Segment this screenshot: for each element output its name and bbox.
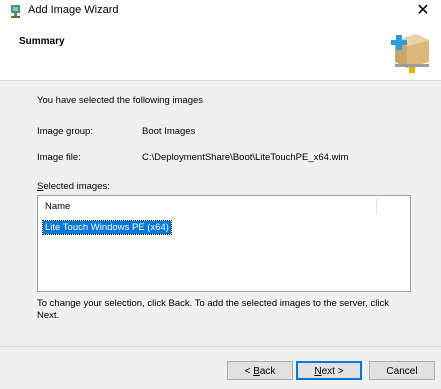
close-button[interactable]: ✕ xyxy=(405,0,441,22)
next-accel: N xyxy=(314,366,322,377)
title-bar: Add Image Wizard ✕ xyxy=(0,0,441,22)
wizard-app-icon xyxy=(11,5,20,18)
cancel-button[interactable]: Cancel xyxy=(369,361,435,380)
back-prefix: < xyxy=(244,366,254,377)
image-group-value: Boot Images xyxy=(142,126,196,137)
selected-images-label-text: elected images: xyxy=(43,181,110,192)
wizard-header: Summary xyxy=(0,22,441,81)
next-button[interactable]: Next > xyxy=(296,361,362,380)
back-button[interactable]: < Back xyxy=(227,361,293,380)
list-column-header[interactable]: Name xyxy=(38,196,410,216)
back-label: ack xyxy=(259,366,276,377)
intro-text: You have selected the following images xyxy=(37,95,204,106)
image-file-label: Image file: xyxy=(37,152,81,163)
page-heading: Summary xyxy=(19,36,65,47)
list-item[interactable]: Lite Touch Windows PE (x64) xyxy=(42,220,172,235)
instructions-text: To change your selection, click Back. To… xyxy=(37,298,390,321)
selected-images-list[interactable]: Name Lite Touch Windows PE (x64) xyxy=(37,195,411,292)
footer-divider xyxy=(0,346,441,347)
column-divider[interactable] xyxy=(376,198,377,214)
back-accel: B xyxy=(253,366,260,377)
selected-images-label: Selected images: xyxy=(37,181,110,192)
window-title: Add Image Wizard xyxy=(28,4,119,16)
image-file-value: C:\DeploymentShare\Boot\LiteTouchPE_x64.… xyxy=(142,152,349,163)
image-group-label: Image group: xyxy=(37,126,93,137)
next-label: ext > xyxy=(321,366,344,377)
name-column-label: Name xyxy=(45,201,71,212)
server-add-icon xyxy=(391,34,429,73)
